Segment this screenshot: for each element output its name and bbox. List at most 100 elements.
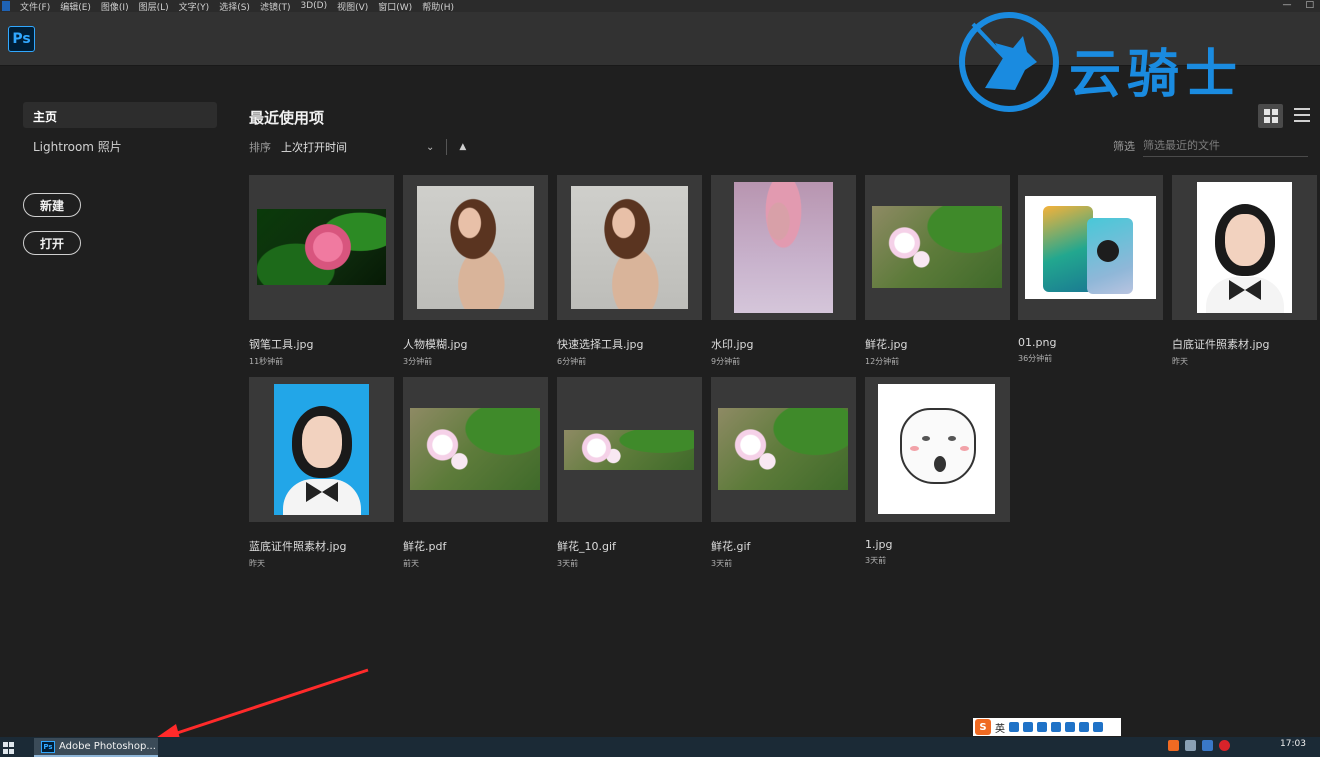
- sort-dropdown[interactable]: 上次打开时间: [281, 139, 426, 155]
- filter-label: 筛选: [1113, 140, 1135, 153]
- chevron-down-icon[interactable]: ⌄: [426, 142, 434, 153]
- microphone-icon[interactable]: [1037, 722, 1047, 732]
- flower-image: [564, 430, 694, 470]
- file-thumbnail[interactable]: [403, 377, 548, 522]
- clock[interactable]: 17:03: [1280, 739, 1306, 749]
- ime-toolbar: S 英: [973, 718, 1121, 736]
- sidebar-item-lightroom[interactable]: Lightroom 照片: [33, 138, 122, 155]
- flower-image: [718, 408, 848, 490]
- ime-logo-icon[interactable]: S: [975, 719, 991, 735]
- menu-edit[interactable]: 编辑(E): [60, 0, 91, 13]
- file-thumbnail[interactable]: [865, 175, 1010, 320]
- network-icon[interactable]: [1202, 740, 1213, 751]
- file-thumbnail[interactable]: [1018, 175, 1163, 320]
- file-time: 3天前: [557, 559, 579, 568]
- divider: [446, 139, 448, 155]
- file-thumbnail[interactable]: [249, 175, 394, 320]
- sort-direction-arrow-icon[interactable]: ▲: [459, 142, 466, 152]
- menu-image[interactable]: 图像(I): [101, 0, 129, 13]
- taskbar: Ps Adobe Photoshop... 17:03: [0, 737, 1320, 757]
- sidebar: 主页 Lightroom 照片 新建 打开: [0, 67, 230, 737]
- file-name: 1.jpg: [865, 538, 893, 551]
- photoshop-logo: Ps: [8, 26, 35, 52]
- file-thumbnail[interactable]: [557, 377, 702, 522]
- file-name: 快速选择工具.jpg: [557, 338, 644, 351]
- sogou-tray-icon[interactable]: [1168, 740, 1179, 751]
- chevron-up-icon[interactable]: [1185, 740, 1196, 751]
- file-time: 3分钟前: [403, 357, 433, 366]
- menu-filter[interactable]: 滤镜(T): [260, 0, 291, 13]
- record-icon[interactable]: [1219, 740, 1230, 751]
- file-time: 前天: [403, 559, 419, 568]
- punctuation-icon[interactable]: [1009, 722, 1019, 732]
- system-tray: [1168, 740, 1230, 751]
- file-card[interactable]: 鲜花.jpg 12分钟前: [865, 175, 1010, 367]
- file-card[interactable]: 01.png 36分钟前: [1018, 175, 1163, 364]
- menu-view[interactable]: 视图(V): [337, 0, 368, 13]
- file-card[interactable]: 人物模糊.jpg 3分钟前: [403, 175, 548, 367]
- windows-start-icon[interactable]: [3, 742, 15, 754]
- file-thumbnail[interactable]: [865, 377, 1010, 522]
- menu-select[interactable]: 选择(S): [219, 0, 250, 13]
- emoji-icon[interactable]: [1023, 722, 1033, 732]
- sidebar-item-home[interactable]: 主页: [23, 102, 217, 128]
- menu-type[interactable]: 文字(Y): [179, 0, 210, 13]
- lotus-image: [257, 209, 386, 285]
- file-card[interactable]: 鲜花.gif 3天前: [711, 377, 856, 569]
- grid-menu-icon[interactable]: [1093, 722, 1103, 732]
- id-photo-image: [274, 384, 369, 515]
- flower-image: [872, 206, 1002, 288]
- menu-window[interactable]: 窗口(W): [378, 0, 412, 13]
- file-name: 蓝底证件照素材.jpg: [249, 540, 347, 553]
- file-time: 6分钟前: [557, 357, 587, 366]
- portrait-image: [417, 186, 534, 309]
- keyboard-icon[interactable]: [1051, 722, 1061, 732]
- phones-image: [1025, 196, 1156, 299]
- toolbox-icon[interactable]: [1079, 722, 1089, 732]
- file-thumbnail[interactable]: [249, 377, 394, 522]
- list-view-icon[interactable]: [1294, 108, 1310, 122]
- file-card[interactable]: 水印.jpg 9分钟前: [711, 175, 856, 367]
- file-card[interactable]: 钢笔工具.jpg 11秒钟前: [249, 175, 394, 367]
- knight-logo-icon: [959, 12, 1059, 112]
- file-time: 昨天: [1172, 357, 1188, 366]
- file-name: 01.png: [1018, 336, 1057, 349]
- file-thumbnail[interactable]: [711, 377, 856, 522]
- skin-icon[interactable]: [1065, 722, 1075, 732]
- file-time: 9分钟前: [711, 357, 741, 366]
- meme-image: [878, 384, 995, 514]
- menu-3d[interactable]: 3D(D): [300, 1, 327, 11]
- taskbar-app-label: Adobe Photoshop...: [59, 741, 156, 752]
- file-name: 白底证件照素材.jpg: [1172, 338, 1270, 351]
- file-time: 11秒钟前: [249, 357, 284, 366]
- sort-row: 排序 上次打开时间 ⌄ ▲: [249, 139, 466, 155]
- file-time: 36分钟前: [1018, 354, 1053, 363]
- file-time: 12分钟前: [865, 357, 900, 366]
- menu-help[interactable]: 帮助(H): [422, 0, 454, 13]
- file-name: 鲜花.pdf: [403, 540, 447, 553]
- file-thumbnail[interactable]: [1172, 175, 1317, 320]
- file-thumbnail[interactable]: [403, 175, 548, 320]
- page-title: 最近使用项: [249, 109, 325, 127]
- menu-file[interactable]: 文件(F): [20, 0, 50, 13]
- watermark-text: 云骑士: [1069, 45, 1244, 105]
- file-card[interactable]: 白底证件照素材.jpg 昨天: [1172, 175, 1317, 367]
- new-button[interactable]: 新建: [23, 193, 81, 217]
- flower-image: [410, 408, 540, 490]
- file-card[interactable]: 鲜花.pdf 前天: [403, 377, 548, 569]
- file-card[interactable]: 快速选择工具.jpg 6分钟前: [557, 175, 702, 367]
- file-card[interactable]: 1.jpg 3天前: [865, 377, 1010, 566]
- grid-view-icon[interactable]: [1258, 104, 1283, 128]
- filter-input[interactable]: [1143, 135, 1308, 157]
- watermark: 云骑士: [955, 4, 1315, 116]
- menu-layer[interactable]: 图层(L): [139, 0, 169, 13]
- file-thumbnail[interactable]: [557, 175, 702, 320]
- file-card[interactable]: 蓝底证件照素材.jpg 昨天: [249, 377, 394, 569]
- app-icon: [2, 1, 10, 11]
- file-thumbnail[interactable]: [711, 175, 856, 320]
- taskbar-photoshop-item[interactable]: Ps Adobe Photoshop...: [34, 738, 158, 757]
- open-button[interactable]: 打开: [23, 231, 81, 255]
- file-name: 鲜花_10.gif: [557, 540, 616, 553]
- ime-language[interactable]: 英: [995, 720, 1005, 735]
- file-card[interactable]: 鲜花_10.gif 3天前: [557, 377, 702, 569]
